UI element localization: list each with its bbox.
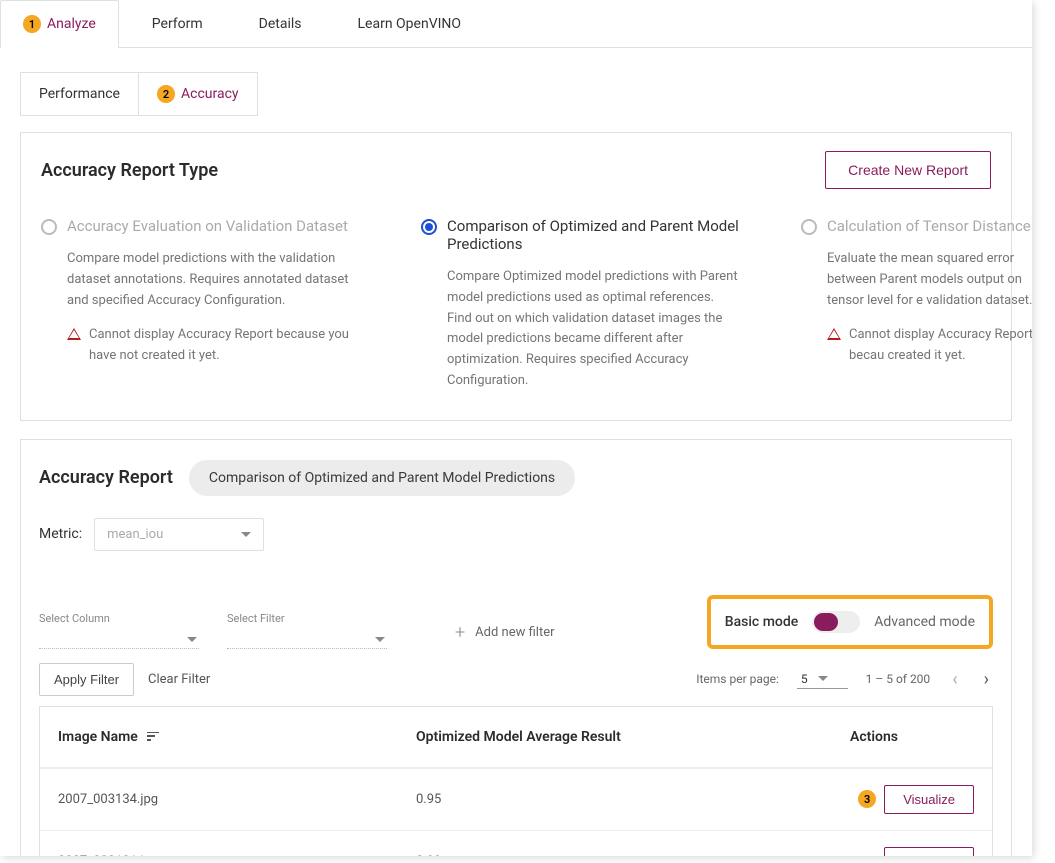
report-type-section: Accuracy Report Type Create New Report A… [20, 132, 1012, 421]
radio-option-eval[interactable]: Accuracy Evaluation on Validation Datase… [41, 217, 361, 392]
step-badge-2: 2 [157, 85, 175, 103]
chevron-down-icon [818, 676, 828, 681]
tab-perform-label: Perform [152, 16, 203, 32]
warning-icon [67, 328, 81, 340]
radio-tensor-label: Calculation of Tensor Distance to Par [827, 217, 1032, 235]
chevron-down-icon [241, 532, 251, 537]
sub-tabs: Performance 2 Accuracy [20, 72, 258, 116]
subtab-performance-label: Performance [39, 86, 120, 102]
table-row: 2007_003134.jpg 0.95 3 Visualize [40, 768, 992, 830]
tab-analyze[interactable]: 1 Analyze [0, 0, 119, 48]
page-range: 1 – 5 of 200 [866, 672, 931, 686]
add-filter-label: Add new filter [475, 625, 554, 640]
select-filter-input[interactable] [227, 631, 387, 649]
cell-result: 0.99 [416, 854, 774, 856]
metric-label: Metric: [39, 526, 82, 542]
radio-option-tensor[interactable]: Calculation of Tensor Distance to Par Ev… [801, 217, 1032, 392]
visualize-button[interactable]: Visualize [884, 785, 974, 814]
subtab-performance[interactable]: Performance [21, 73, 138, 115]
plus-icon: + [455, 622, 465, 643]
main-tabs: 1 Analyze Perform Details Learn OpenVINO [0, 0, 1032, 48]
accuracy-report-title: Accuracy Report [39, 467, 173, 488]
cell-result: 0.95 [416, 792, 774, 807]
report-type-title: Accuracy Report Type [41, 160, 218, 181]
col-image-name-label: Image Name [58, 729, 138, 745]
next-page-button[interactable]: › [980, 665, 993, 694]
advanced-mode-label: Advanced mode [874, 614, 975, 630]
tab-learn[interactable]: Learn OpenVINO [335, 0, 485, 47]
accuracy-report-section: Accuracy Report Comparison of Optimized … [20, 439, 1012, 856]
add-filter-button[interactable]: + Add new filter [455, 622, 555, 643]
table-row: 2007_003131.jpg 0.99 Visualize [40, 830, 992, 856]
radio-eval-label: Accuracy Evaluation on Validation Datase… [67, 217, 348, 235]
subtab-accuracy[interactable]: 2 Accuracy [138, 73, 257, 115]
select-column-input[interactable] [39, 631, 199, 649]
toggle-knob [814, 613, 838, 631]
ipp-select[interactable]: 5 [797, 670, 848, 689]
col-image-name[interactable]: Image Name [58, 729, 416, 745]
select-filter-label: Select Filter [227, 612, 387, 625]
apply-filter-button[interactable]: Apply Filter [39, 663, 134, 696]
tab-learn-label: Learn OpenVINO [358, 16, 462, 32]
mode-toggle-highlight: Basic mode Advanced mode [707, 595, 993, 649]
radio-icon [41, 219, 57, 235]
tab-details-label: Details [259, 16, 302, 32]
radio-eval-desc: Compare model predictions with the valid… [41, 249, 361, 311]
mode-toggle[interactable] [812, 611, 860, 633]
clear-filter-button[interactable]: Clear Filter [148, 672, 210, 687]
col-result[interactable]: Optimized Model Average Result [416, 729, 774, 745]
cell-image-name: 2007_003131.jpg [58, 854, 416, 856]
radio-compare-label: Comparison of Optimized and Parent Model… [447, 217, 741, 253]
ipp-value: 5 [801, 672, 808, 686]
cell-image-name: 2007_003134.jpg [58, 792, 416, 807]
col-actions: Actions [774, 729, 974, 745]
basic-mode-label: Basic mode [725, 614, 798, 630]
radio-tensor-desc: Evaluate the mean squared error between … [801, 249, 1032, 311]
step-badge-1: 1 [23, 15, 41, 33]
results-table: Image Name Optimized Model Average Resul… [39, 706, 993, 856]
tab-details[interactable]: Details [236, 0, 325, 47]
subtab-accuracy-label: Accuracy [181, 86, 239, 102]
radio-compare-desc: Compare Optimized model predictions with… [421, 267, 741, 392]
radio-icon [421, 219, 437, 235]
warning-icon [827, 328, 841, 340]
tab-perform[interactable]: Perform [129, 0, 226, 47]
create-report-button[interactable]: Create New Report [825, 151, 991, 189]
radio-option-compare[interactable]: Comparison of Optimized and Parent Model… [421, 217, 741, 392]
sort-icon [147, 732, 159, 742]
tab-analyze-label: Analyze [47, 16, 96, 32]
paginator: Items per page: 5 1 – 5 of 200 ‹ › [696, 665, 993, 694]
chevron-down-icon [375, 637, 385, 642]
step-badge-3: 3 [858, 790, 876, 808]
ipp-label: Items per page: [696, 672, 779, 686]
metric-select[interactable]: mean_iou [94, 518, 264, 551]
radio-tensor-warn: Cannot display Accuracy Report becau cre… [849, 325, 1032, 367]
report-chip: Comparison of Optimized and Parent Model… [189, 460, 575, 496]
visualize-button[interactable]: Visualize [884, 847, 974, 856]
chevron-down-icon [187, 637, 197, 642]
prev-page-button[interactable]: ‹ [948, 665, 961, 694]
metric-value: mean_iou [107, 527, 163, 542]
radio-eval-warn: Cannot display Accuracy Report because y… [89, 325, 361, 367]
select-column-label: Select Column [39, 612, 199, 625]
radio-icon [801, 219, 817, 235]
